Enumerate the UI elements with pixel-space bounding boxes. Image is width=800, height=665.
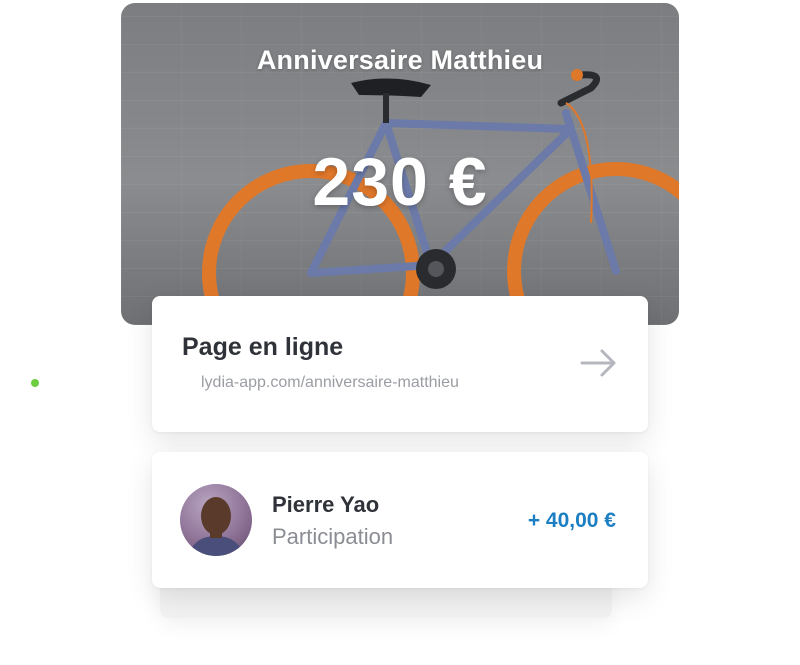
participation-card[interactable]: Pierre Yao Participation + 40,00 € xyxy=(152,452,648,588)
page-url[interactable]: lydia-app.com/anniversaire-matthieu xyxy=(201,374,459,392)
person-avatar-icon xyxy=(188,497,244,556)
arrow-right-icon[interactable] xyxy=(580,348,618,378)
hero-card: Anniversaire Matthieu 230 € xyxy=(121,3,679,325)
page-status-title: Page en ligne xyxy=(182,333,344,361)
participation-amount: + 40,00 € xyxy=(527,509,616,532)
online-status-dot xyxy=(31,379,39,387)
online-page-card[interactable]: Page en ligne lydia-app.com/anniversaire… xyxy=(152,296,648,432)
event-title: Anniversaire Matthieu xyxy=(256,45,544,75)
collected-amount: 230 € xyxy=(312,144,488,220)
participant-name: Pierre Yao xyxy=(272,492,380,517)
avatar xyxy=(180,484,252,556)
participation-label: Participation xyxy=(272,524,394,549)
